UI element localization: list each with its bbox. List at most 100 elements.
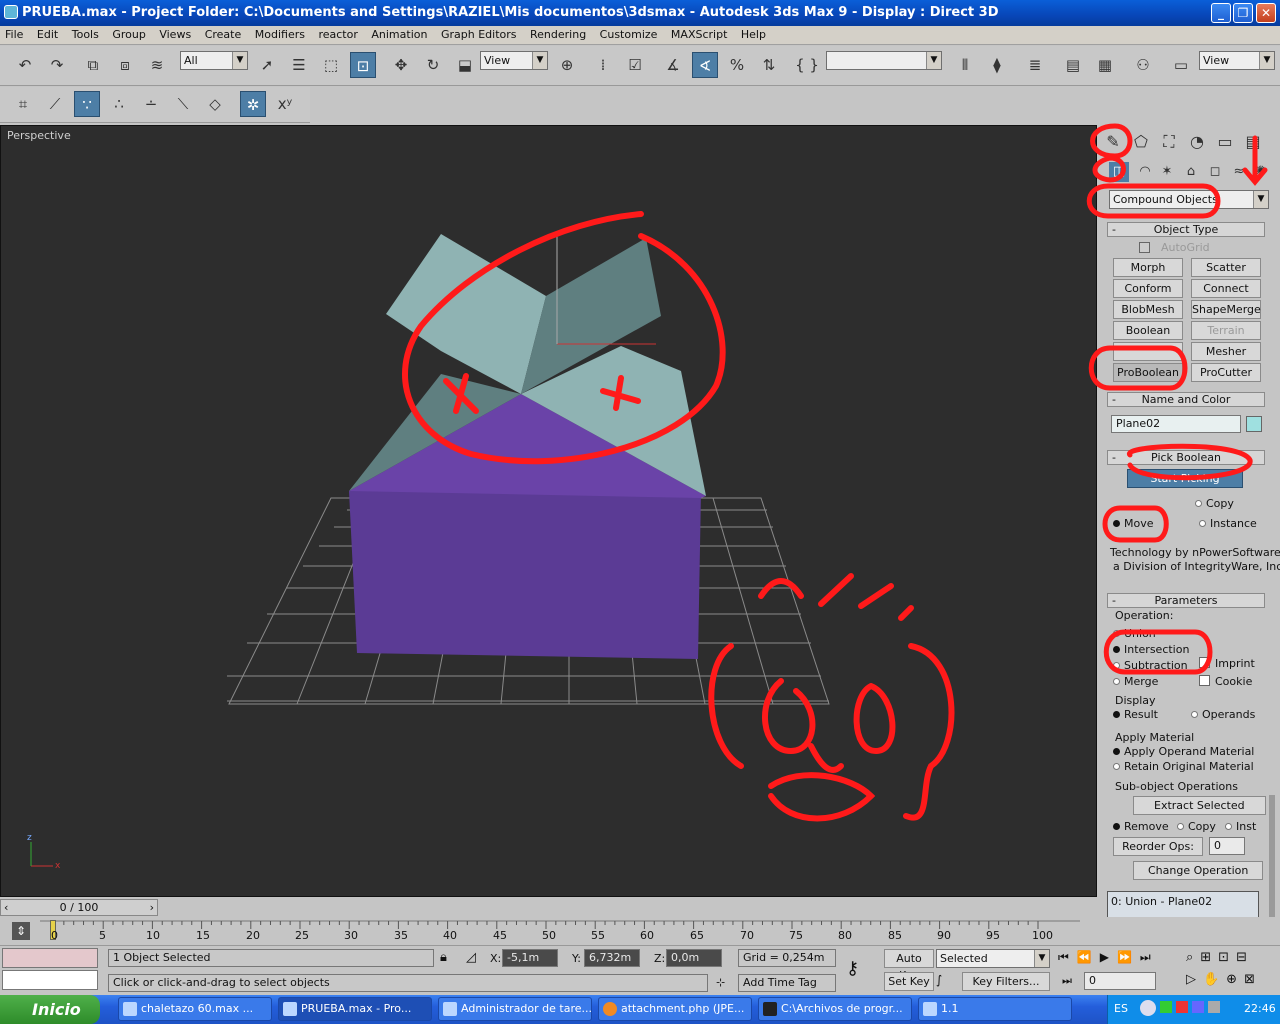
snap-to-frozen-icon[interactable]: ✲ <box>240 91 266 117</box>
axis-constraint-icon[interactable]: xʸ <box>272 91 298 117</box>
manipulate-icon[interactable]: ⁞ <box>590 52 616 78</box>
layer-manager-icon[interactable]: ≣ <box>1022 52 1048 78</box>
change-operation-button[interactable]: Change Operation <box>1133 861 1264 880</box>
render-setup-icon[interactable]: ▭ <box>1168 52 1194 78</box>
maximize-button[interactable]: ❐ <box>1233 3 1253 23</box>
task-image[interactable]: 1.1 <box>918 997 1072 1021</box>
menu-graph-editors[interactable]: Graph Editors <box>436 26 522 41</box>
mini-curve-editor-icon[interactable]: ⇕ <box>12 922 30 940</box>
antivirus-icon[interactable] <box>1176 1001 1188 1013</box>
network-icon[interactable] <box>1208 1001 1220 1013</box>
menu-group[interactable]: Group <box>107 26 151 41</box>
spinner-snap-icon[interactable]: ⇅ <box>756 52 782 78</box>
rect-selection-icon[interactable]: ⬚ <box>318 52 344 78</box>
result-radio[interactable]: Result <box>1113 708 1158 721</box>
auto-key-button[interactable]: Auto Key <box>884 949 934 982</box>
reorder-ops-spinner[interactable]: 0 <box>1209 837 1245 855</box>
menu-help[interactable]: Help <box>736 26 771 41</box>
pivot-center-icon[interactable]: ⊕ <box>554 52 580 78</box>
align-icon[interactable]: ⧫ <box>984 52 1010 78</box>
bind-spacewarp-icon[interactable]: ≋ <box>144 52 170 78</box>
menu-modifiers[interactable]: Modifiers <box>250 26 310 41</box>
key-mode-toggle-icon[interactable]: ⏭ <box>1062 974 1072 988</box>
viewport-nav-controls-bottom[interactable]: ▷✋⊕⊠ <box>1186 972 1262 987</box>
move-icon[interactable]: ✥ <box>388 52 414 78</box>
midpoint-snap-icon[interactable]: ∸ <box>138 91 164 117</box>
vertex-snap-icon[interactable]: ∵ <box>74 91 100 117</box>
tray-app-icon[interactable] <box>1192 1001 1204 1013</box>
menu-create[interactable]: Create <box>200 26 247 41</box>
face-snap-icon[interactable]: ◇ <box>202 91 228 117</box>
apply-operand-material-radio[interactable]: Apply Operand Material <box>1113 745 1254 758</box>
task-task-manager[interactable]: Administrador de tare... <box>438 997 592 1021</box>
menu-maxscript[interactable]: MAXScript <box>666 26 732 41</box>
key-filters-button[interactable]: Key Filters... <box>962 972 1050 991</box>
time-tag-icon[interactable]: ⊹ <box>716 976 725 989</box>
maxscript-listener-top[interactable] <box>2 948 98 968</box>
viewport-nav-controls-top[interactable]: ⌕⊞⊡⊟ <box>1186 950 1254 965</box>
retain-original-material-radio[interactable]: Retain Original Material <box>1113 760 1254 773</box>
operands-list-item[interactable]: 0: Union - Plane02 <box>1111 895 1255 908</box>
schematic-view-icon[interactable]: ▦ <box>1092 52 1118 78</box>
key-mode-dropdown[interactable]: Selected ▼ <box>936 949 1050 968</box>
edge-snap-icon[interactable]: ⟍ <box>170 91 196 117</box>
task-prueba[interactable]: PRUEBA.max - Pro... <box>278 997 432 1021</box>
percent-snap-icon[interactable]: % <box>724 52 750 78</box>
unlink-icon[interactable]: ⧈ <box>112 52 138 78</box>
menu-reactor[interactable]: reactor <box>313 26 362 41</box>
copy-subobj-radio[interactable]: Copy <box>1177 820 1216 833</box>
perspective-viewport[interactable]: Perspective xz <box>0 125 1097 897</box>
lock-selection-icon[interactable]: 🔒︎ <box>440 950 447 965</box>
current-frame-field[interactable]: 0 <box>1084 972 1156 990</box>
selection-filter-dropdown[interactable]: All ▼ <box>180 51 248 70</box>
y-coordinate-field[interactable]: 6,732m <box>584 949 640 967</box>
close-button[interactable]: ✕ <box>1256 3 1276 23</box>
bluetooth-icon[interactable] <box>1140 1000 1156 1016</box>
curve-editor-icon[interactable]: ▤ <box>1060 52 1086 78</box>
menu-tools[interactable]: Tools <box>67 26 104 41</box>
z-coordinate-field[interactable]: 0,0m <box>666 949 722 967</box>
keyboard-shortcut-override-icon[interactable]: ☑ <box>622 52 648 78</box>
extract-selected-button[interactable]: Extract Selected <box>1133 796 1266 815</box>
select-link-icon[interactable]: ⧉ <box>80 52 106 78</box>
menu-file[interactable]: File <box>0 26 28 41</box>
grid-points-snap-icon[interactable]: ⌗ <box>10 91 36 117</box>
key-icon[interactable]: ⚷ <box>846 958 859 979</box>
operands-radio[interactable]: Operands <box>1191 708 1255 721</box>
start-button[interactable]: Inicio <box>0 995 100 1024</box>
mirror-icon[interactable]: ⫴ <box>952 52 978 78</box>
named-selection-dropdown[interactable]: ▼ <box>826 51 942 70</box>
angle-snap-icon[interactable]: ∢ <box>692 52 718 78</box>
set-key-button[interactable]: Set Key <box>884 972 934 991</box>
default-tangents-icon[interactable]: ∫ <box>936 973 942 987</box>
absolute-mode-icon[interactable]: ◿ <box>466 950 476 965</box>
edit-named-selections-icon[interactable]: { } <box>794 52 820 78</box>
maxscript-listener-bottom[interactable] <box>2 970 98 990</box>
redo-icon[interactable]: ↷ <box>44 52 70 78</box>
task-chaletazo[interactable]: chaletazo 60.max ... <box>118 997 272 1021</box>
menu-rendering[interactable]: Rendering <box>525 26 591 41</box>
task-firefox[interactable]: attachment.php (JPE... <box>598 997 752 1021</box>
minimize-button[interactable]: _ <box>1211 3 1231 23</box>
window-crossing-icon[interactable]: ⊡ <box>350 52 376 78</box>
menu-edit[interactable]: Edit <box>32 26 63 41</box>
remove-radio[interactable]: Remove <box>1113 820 1169 833</box>
ref-coord-dropdown[interactable]: View ▼ <box>480 51 548 70</box>
endpoint-snap-icon[interactable]: ∴ <box>106 91 132 117</box>
menu-views[interactable]: Views <box>154 26 196 41</box>
select-by-name-icon[interactable]: ☰ <box>286 52 312 78</box>
inst-radio[interactable]: Inst <box>1225 820 1256 833</box>
reorder-ops-button[interactable]: Reorder Ops: <box>1113 837 1203 856</box>
snaps-toggle-icon[interactable]: ∡ <box>660 52 686 78</box>
x-coordinate-field[interactable]: -5,1m <box>502 949 558 967</box>
render-view-dropdown[interactable]: View ▼ <box>1199 51 1275 70</box>
security-icon[interactable] <box>1160 1001 1172 1013</box>
menu-animation[interactable]: Animation <box>366 26 432 41</box>
playback-controls[interactable]: ⏮⏪▶⏩⏭ <box>1058 950 1159 965</box>
language-indicator[interactable]: ES <box>1114 1002 1128 1015</box>
track-bar[interactable]: 0 5 10 15 20 25 30 35 40 45 50 55 60 65 … <box>40 917 1080 945</box>
add-time-tag-button[interactable]: Add Time Tag <box>738 974 836 992</box>
scale-icon[interactable]: ⬓ <box>452 52 478 78</box>
panel-scrollbar[interactable] <box>1269 795 1275 935</box>
time-slider[interactable]: 0 / 100 ‹ › <box>0 899 158 916</box>
